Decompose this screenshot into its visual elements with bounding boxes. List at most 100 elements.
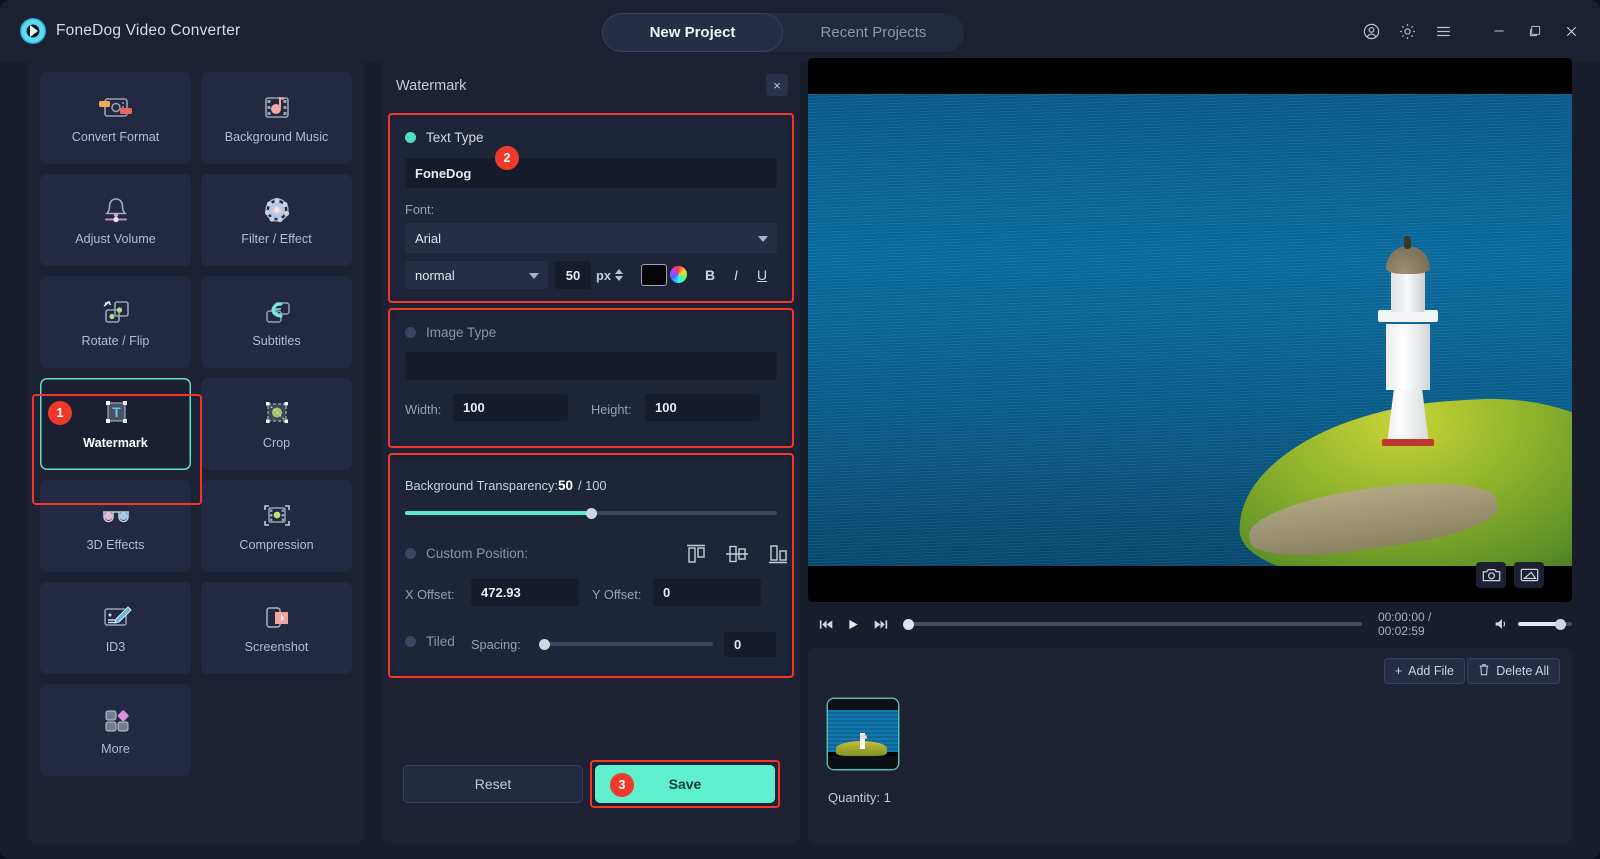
play-icon[interactable] — [843, 613, 864, 635]
chevron-down-icon — [758, 236, 768, 242]
align-bottom-icon[interactable] — [765, 542, 791, 566]
y-offset-input[interactable]: 0 — [653, 579, 761, 606]
image-width-input[interactable]: 100 — [453, 394, 568, 421]
tool-background-music[interactable]: Background Music — [201, 72, 352, 164]
tab-new-project[interactable]: New Project — [602, 13, 783, 52]
volume-slider[interactable] — [1518, 622, 1572, 626]
bold-button[interactable]: B — [699, 264, 721, 286]
custom-position-radio[interactable] — [405, 548, 416, 559]
text-type-label: Text Type — [426, 130, 484, 145]
image-type-radio-row[interactable]: Image Type — [393, 313, 789, 340]
time-display: 00:00:00 / 00:02:59 — [1378, 610, 1477, 638]
image-type-radio[interactable] — [405, 327, 416, 338]
delete-all-button[interactable]: Delete All — [1467, 658, 1560, 684]
maximize-icon[interactable] — [1520, 16, 1550, 46]
tools-panel: Convert Format Background Music — [28, 58, 364, 844]
tool-more[interactable]: More — [40, 684, 191, 776]
font-style-value: normal — [415, 268, 455, 283]
text-type-radio-row[interactable]: Text Type — [393, 118, 789, 145]
3d-effects-icon — [98, 501, 134, 531]
tool-label: Compression — [239, 538, 313, 552]
tool-filter-effect[interactable]: Filter / Effect — [201, 174, 352, 266]
tiled-row[interactable]: Tiled — [405, 634, 455, 649]
close-panel-button[interactable]: × — [766, 74, 788, 96]
progress-slider[interactable] — [905, 622, 1362, 626]
watermark-panel: Watermark × 2 Text Type FoneDog Font: Ar… — [382, 58, 800, 844]
tool-subtitles[interactable]: Subtitles — [201, 276, 352, 368]
text-type-radio[interactable] — [405, 132, 416, 143]
svg-text:T: T — [112, 404, 121, 420]
tab-recent-projects[interactable]: Recent Projects — [783, 13, 964, 52]
color-wheel-icon[interactable] — [670, 266, 687, 283]
skip-previous-icon[interactable] — [816, 613, 837, 635]
tool-label: ID3 — [106, 640, 126, 654]
lighthouse-lamp-room — [1391, 270, 1425, 312]
x-offset-input[interactable]: 472.93 — [471, 579, 579, 606]
tiled-radio[interactable] — [405, 636, 416, 647]
skip-next-icon[interactable] — [870, 613, 891, 635]
trash-icon — [1478, 663, 1490, 679]
align-top-icon[interactable] — [683, 542, 709, 566]
file-thumbnail[interactable] — [828, 699, 898, 769]
spacing-value-input[interactable]: 0 — [724, 632, 776, 657]
font-size-input[interactable]: 50 — [555, 261, 591, 289]
account-icon[interactable] — [1356, 16, 1386, 46]
font-family-select[interactable]: Arial — [405, 223, 777, 253]
stepper-up-icon[interactable] — [615, 269, 623, 274]
settings-gear-icon[interactable] — [1392, 16, 1422, 46]
tool-convert-format[interactable]: Convert Format — [40, 72, 191, 164]
tiled-label: Tiled — [426, 634, 455, 649]
spacing-label: Spacing: — [471, 637, 521, 652]
watermark-text-input[interactable]: FoneDog — [405, 158, 777, 188]
chevron-down-icon — [529, 273, 539, 279]
add-file-button[interactable]: + Add File — [1384, 658, 1465, 684]
volume-icon[interactable] — [1491, 613, 1512, 635]
tool-label: Screenshot — [245, 640, 309, 654]
close-icon[interactable] — [1556, 16, 1586, 46]
font-style-select[interactable]: normal — [405, 261, 548, 289]
font-color-swatch[interactable] — [641, 264, 667, 286]
tool-rotate-flip[interactable]: Rotate / Flip — [40, 276, 191, 368]
compression-icon — [259, 501, 295, 531]
tool-crop[interactable]: Crop — [201, 378, 352, 470]
transparency-label: Background Transparency: — [405, 478, 558, 493]
crop-icon — [259, 399, 295, 429]
minimize-icon[interactable] — [1484, 16, 1514, 46]
transparency-slider[interactable] — [405, 511, 777, 515]
image-path-input[interactable] — [405, 352, 777, 380]
stepper-down-icon[interactable] — [615, 276, 623, 281]
volume-slider-knob[interactable] — [1555, 619, 1566, 630]
italic-button[interactable]: I — [725, 264, 747, 286]
tool-screenshot[interactable]: Screenshot — [201, 582, 352, 674]
custom-position-row[interactable]: Custom Position: — [405, 546, 528, 561]
tool-label: Rotate / Flip — [82, 334, 150, 348]
spacing-slider[interactable] — [541, 642, 713, 646]
video-preview[interactable] — [808, 58, 1572, 602]
tool-label: Background Music — [225, 130, 329, 144]
reset-button[interactable]: Reset — [403, 765, 583, 803]
menu-hamburger-icon[interactable] — [1428, 16, 1458, 46]
callout-badge-3: 3 — [610, 773, 634, 797]
id3-icon — [98, 603, 134, 633]
file-list-panel: + Add File Delete All Quantity: 1 — [808, 648, 1572, 844]
image-height-input[interactable]: 100 — [645, 394, 760, 421]
position-section: Background Transparency: 50 / 100 Custom… — [393, 458, 789, 673]
font-size-stepper[interactable] — [615, 269, 623, 281]
font-size-unit: px — [596, 268, 611, 283]
tool-adjust-volume[interactable]: Adjust Volume — [40, 174, 191, 266]
play-circle-icon — [20, 18, 46, 44]
camera-icon[interactable] — [1476, 562, 1506, 588]
tool-id3[interactable]: ID3 — [40, 582, 191, 674]
tool-label: Filter / Effect — [241, 232, 311, 246]
align-middle-icon[interactable] — [724, 542, 750, 566]
brand: FoneDog Video Converter — [20, 18, 240, 44]
progress-slider-knob[interactable] — [903, 619, 914, 630]
filter-effect-icon — [259, 195, 295, 225]
font-label: Font: — [405, 202, 434, 217]
screen-icon[interactable] — [1514, 562, 1544, 588]
tool-compression[interactable]: Compression — [201, 480, 352, 572]
tool-3d-effects[interactable]: 3D Effects — [40, 480, 191, 572]
spacing-slider-knob[interactable] — [539, 639, 550, 650]
transparency-slider-knob[interactable] — [586, 508, 597, 519]
underline-button[interactable]: U — [751, 264, 773, 286]
